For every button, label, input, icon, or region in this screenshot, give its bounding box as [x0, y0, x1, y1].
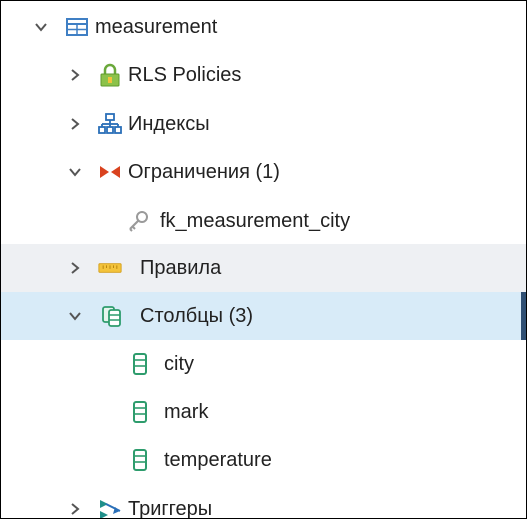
trigger-icon: [100, 500, 121, 518]
chevron-right-icon[interactable]: [68, 502, 82, 516]
chevron-right-icon[interactable]: [68, 117, 82, 131]
constraint-icon: [100, 166, 120, 178]
tree-node-fk-measurement-city[interactable]: fk_measurement_city: [1, 197, 526, 245]
chevron-down-icon[interactable]: [68, 165, 82, 179]
tree-node-column-mark[interactable]: mark: [1, 388, 526, 436]
tree-node-label: city: [164, 353, 194, 375]
tree-node-label: temperature: [164, 449, 272, 471]
tree-node-label: Триггеры: [128, 498, 213, 519]
tree-node-triggers[interactable]: Триггеры: [1, 485, 526, 519]
column-icon: [133, 353, 147, 375]
chevron-down-icon[interactable]: [34, 20, 48, 34]
table-icon: [66, 18, 88, 36]
tree-node-columns[interactable]: Столбцы (3): [1, 292, 526, 340]
tree-node-label: Столбцы (3): [140, 305, 254, 327]
tree-node-label: RLS Policies: [128, 64, 242, 86]
lock-icon: [100, 63, 120, 87]
tree-node-measurement[interactable]: measurement: [1, 3, 526, 51]
tree-node-label: Индексы: [128, 113, 210, 135]
tree-node-indexes[interactable]: Индексы: [1, 100, 526, 148]
tree-node-column-temperature[interactable]: temperature: [1, 436, 526, 484]
chevron-right-icon[interactable]: [68, 68, 82, 82]
tree-node-label: Ограничения (1): [128, 161, 280, 183]
index-icon: [98, 113, 122, 134]
tree-node-column-city[interactable]: city: [1, 340, 526, 388]
tree-node-constraints[interactable]: Ограничения (1): [1, 148, 526, 196]
column-icon: [133, 401, 147, 423]
column-icon: [133, 449, 147, 471]
chevron-right-icon[interactable]: [68, 261, 82, 275]
chevron-down-icon[interactable]: [68, 309, 82, 323]
tree-node-label: Правила: [140, 257, 222, 279]
tree-node-label: fk_measurement_city: [160, 210, 351, 232]
rules-icon: [98, 263, 122, 273]
tree-node-rls-policies[interactable]: RLS Policies: [1, 51, 526, 99]
tree-node-rules[interactable]: Правила: [1, 244, 526, 292]
tree-node-label: mark: [164, 401, 209, 423]
key-icon: [129, 211, 148, 232]
object-tree-panel: measurement RLS Policies Индексы Огранич…: [0, 0, 527, 519]
columns-icon: [102, 306, 121, 327]
tree-node-label: measurement: [95, 16, 218, 38]
